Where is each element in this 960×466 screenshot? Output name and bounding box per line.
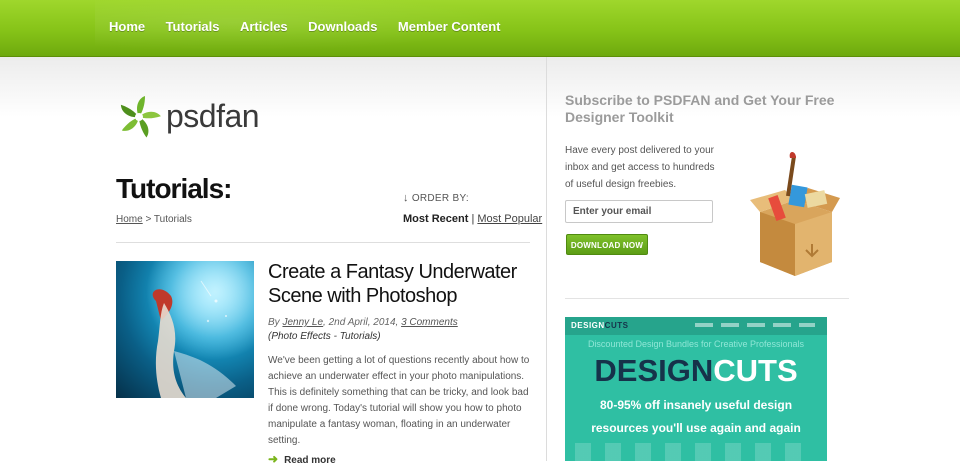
breadcrumb: Home > Tutorials (116, 214, 192, 225)
article-author-link[interactable]: Jenny Le (282, 317, 323, 328)
sidebar-divider (565, 298, 849, 299)
down-arrow-icon: ↓ (403, 192, 409, 204)
underwater-woman-image (116, 261, 254, 398)
ad-brand: DESIGNCUTS (571, 321, 628, 330)
ad-top-bar: DESIGNCUTS (565, 317, 827, 335)
nav-link-home[interactable]: Home (108, 19, 146, 34)
nav-item-articles: Articles (239, 18, 289, 36)
ad-brand-b: CUTS (604, 321, 629, 330)
ad-brand-a: DESIGN (571, 321, 605, 330)
column-divider (546, 57, 547, 461)
ad-logo-cuts: CUTS (713, 353, 798, 388)
order-by-text: ORDER BY: (411, 193, 469, 204)
nav-item-tutorials: Tutorials (165, 18, 221, 36)
article-date: , 2nd April, 2014, (323, 317, 402, 328)
sort-options: Most Recent | Most Popular (403, 213, 542, 225)
email-field[interactable] (565, 200, 713, 223)
nav-item-downloads: Downloads (307, 18, 378, 36)
ad-tagline: Discounted Design Bundles for Creative P… (587, 339, 805, 349)
article-by: By (268, 317, 283, 328)
article-comments-link[interactable]: 3 Comments (401, 317, 458, 328)
breadcrumb-current: Tutorials (153, 214, 192, 225)
ad-menu (695, 323, 815, 327)
article-thumbnail[interactable] (116, 261, 254, 398)
article-category: (Photo Effects - Tutorials) (268, 331, 381, 342)
nav-item-home: Home (108, 18, 146, 36)
sort-most-popular-link[interactable]: Most Popular (477, 213, 542, 225)
main-nav: Home Tutorials Articles Downloads Member… (108, 18, 515, 36)
ad-headline-1: 80-95% off insanely useful design (599, 398, 793, 412)
designcuts-ad-banner[interactable]: DESIGNCUTS Discounted Design Bundles for… (565, 317, 827, 461)
article-meta: By Jenny Le, 2nd April, 2014, 3 Comments (268, 317, 458, 328)
article-title[interactable]: Create a Fantasy Underwater Scene with P… (268, 260, 538, 308)
nav-item-member-content: Member Content (397, 18, 502, 36)
ad-headline-2: resources you'll use again and again (591, 421, 801, 435)
psdfan-pinwheel-logo-icon (120, 96, 161, 138)
read-more-arrow-icon: ➜ (268, 452, 279, 466)
nav-link-tutorials[interactable]: Tutorials (165, 19, 221, 34)
download-now-button[interactable]: DOWNLOAD NOW (566, 234, 648, 255)
content-divider (116, 242, 530, 243)
read-more-link[interactable]: ➜ Read more (268, 452, 336, 466)
sort-most-recent[interactable]: Most Recent (403, 213, 468, 225)
nav-link-articles[interactable]: Articles (239, 19, 289, 34)
nav-link-member-content[interactable]: Member Content (397, 19, 502, 34)
ad-logo: DESIGNCUTS (565, 353, 827, 389)
logo-text: psdfan (166, 98, 260, 134)
breadcrumb-home-link[interactable]: Home (116, 214, 143, 225)
designer-toolkit-box-icon (750, 152, 840, 276)
nav-link-downloads[interactable]: Downloads (307, 19, 378, 34)
breadcrumb-separator: > (142, 214, 154, 225)
page-title: Tutorials: (116, 173, 232, 204)
site-logo[interactable]: psdfan (116, 94, 266, 140)
order-by-label: ↓ ORDER BY: (403, 192, 469, 204)
ad-icon-strip (575, 443, 815, 461)
subscribe-description: Have every post delivered to your inbox … (565, 145, 715, 190)
subscribe-title: Subscribe to PSDFAN and Get Your Free De… (565, 92, 835, 125)
ad-logo-design: DESIGN (594, 353, 714, 388)
article-excerpt: We've been getting a lot of questions re… (268, 355, 530, 446)
top-navigation-bar: Home Tutorials Articles Downloads Member… (0, 0, 960, 57)
